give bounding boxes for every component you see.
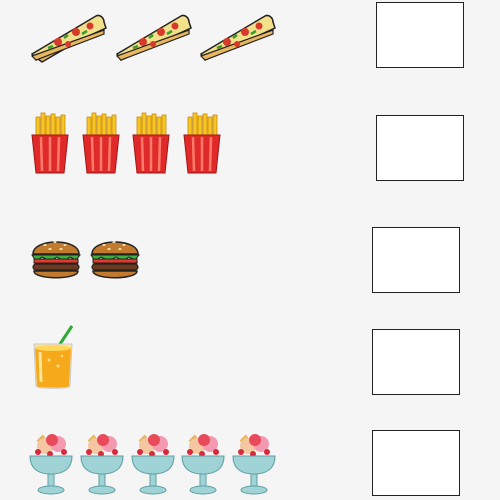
pizza-row: [0, 0, 500, 100]
answer-box[interactable]: [372, 227, 460, 293]
ice-cream-sundae-icon: [130, 432, 176, 496]
answer-box[interactable]: [376, 115, 464, 181]
answer-box[interactable]: [372, 430, 460, 496]
answer-box[interactable]: [372, 329, 460, 395]
counting-worksheet: [0, 0, 500, 500]
ice-cream-sundae-icon: [180, 432, 226, 496]
ice-cream-sundae-icon: [231, 432, 277, 496]
juice-glass-icon: [32, 325, 76, 390]
hamburger-icon: [30, 232, 82, 284]
french-fries-icon: [81, 112, 121, 175]
sundae-row: [0, 420, 500, 500]
answer-box[interactable]: [376, 2, 464, 68]
hamburger-icon: [89, 232, 141, 284]
burger-row: [0, 220, 500, 320]
ice-cream-sundae-icon: [28, 432, 74, 496]
pizza-slice-icon: [28, 10, 108, 63]
french-fries-icon: [131, 112, 171, 175]
pizza-slice-icon: [197, 10, 277, 62]
french-fries-icon: [182, 112, 222, 175]
fries-row: [0, 105, 500, 205]
ice-cream-sundae-icon: [79, 432, 125, 496]
pizza-slice-icon: [113, 10, 193, 62]
french-fries-icon: [30, 112, 70, 175]
juice-row: [0, 320, 500, 420]
